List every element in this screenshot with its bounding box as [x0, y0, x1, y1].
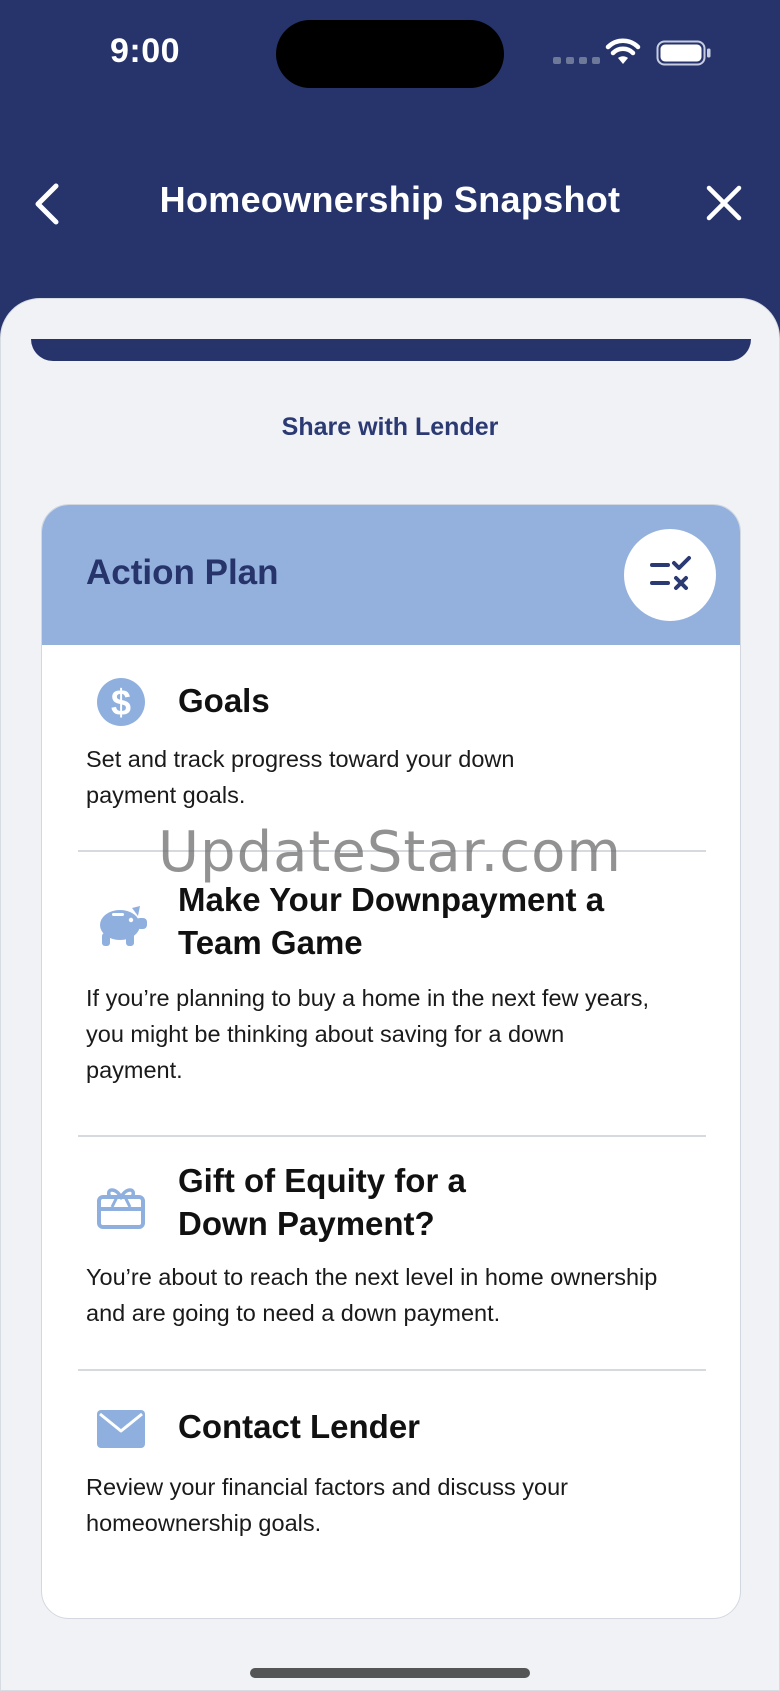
action-item-title: Gift of Equity for a Down Payment? [178, 1162, 466, 1242]
action-plan-card: Action Plan $ Goals Set and track progre… [41, 504, 741, 1619]
mail-icon [97, 1410, 145, 1448]
content-sheet: Share with Lender Action Plan $ Goals Se… [0, 298, 780, 1691]
status-bar: 9:00 [0, 0, 780, 110]
share-with-lender-link[interactable]: Share with Lender [1, 413, 779, 442]
checklist-icon [650, 556, 691, 590]
action-item-title: Goals [178, 682, 270, 719]
action-plan-header: Action Plan [42, 505, 740, 645]
action-item-description: If you’re planning to buy a home in the … [86, 985, 650, 1083]
dollar-icon: $ [97, 678, 145, 726]
wifi-icon [605, 38, 641, 64]
page-title: Homeownership Snapshot [159, 179, 621, 220]
cellular-signal-icon [553, 57, 600, 64]
gift-icon [97, 1188, 145, 1229]
watermark: UpdateStar.com [158, 820, 622, 885]
piggy-bank-icon [100, 906, 147, 946]
action-item-title: Contact Lender [178, 1408, 421, 1445]
home-indicator[interactable] [250, 1668, 530, 1678]
action-item-description: Review your financial factors and discus… [86, 1474, 568, 1536]
action-item-team-game[interactable]: Make Your Downpayment a Team Game If you… [42, 852, 740, 1135]
action-item-title: Make Your Downpayment a Team Game [178, 881, 605, 961]
battery-icon [656, 40, 711, 66]
dynamic-island [276, 20, 504, 88]
checklist-icon-circle [624, 529, 716, 621]
navigation-bar: Homeownership Snapshot [0, 165, 780, 240]
action-item-description: You’re about to reach the next level in … [86, 1264, 658, 1326]
action-item-contact-lender[interactable]: Contact Lender Review your financial fac… [42, 1371, 740, 1618]
sheet-top-band [31, 339, 751, 361]
action-plan-title: Action Plan [86, 553, 279, 592]
action-item-gift-of-equity[interactable]: Gift of Equity for a Down Payment? You’r… [42, 1137, 740, 1369]
svg-text:$: $ [111, 682, 131, 723]
status-time: 9:00 [110, 32, 181, 70]
action-item-description: Set and track progress toward your down … [86, 746, 515, 808]
close-icon[interactable] [700, 179, 748, 227]
